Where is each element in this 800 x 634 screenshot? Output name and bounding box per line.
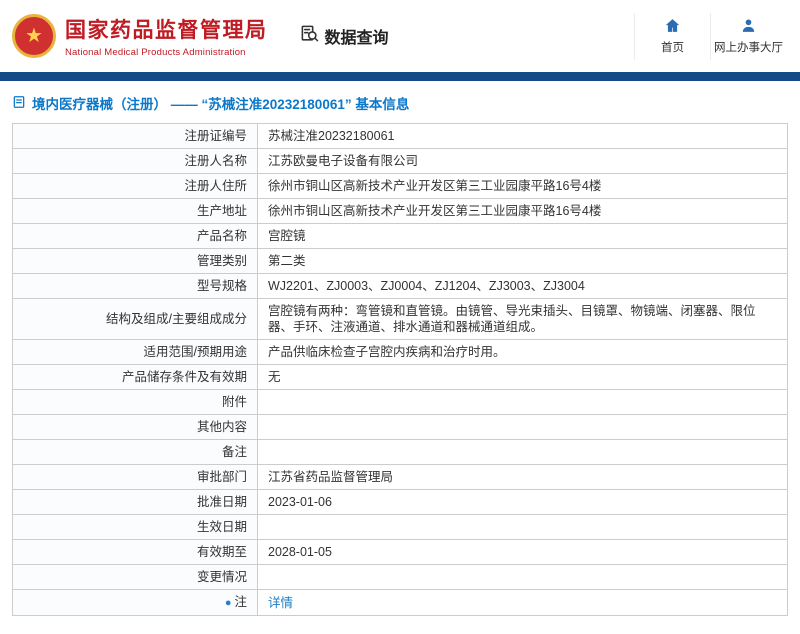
field-label: 产品名称 [13,224,258,249]
field-value: 无 [258,365,788,390]
field-label: 结构及组成/主要组成成分 [13,299,258,340]
field-value: 第二类 [258,249,788,274]
agency-title: 国家药品监督管理局 [65,14,268,44]
field-value: 苏械注准20232180061 [258,124,788,149]
document-icon [12,95,26,112]
top-nav: 首页 网上办事大厅 [634,13,786,60]
field-value: 详情 [258,590,788,616]
field-label: 型号规格 [13,274,258,299]
note-icon: ● [225,597,232,609]
field-label: 其他内容 [13,415,258,440]
table-row: 审批部门 江苏省药品监督管理局 [13,465,788,490]
field-label: 审批部门 [13,465,258,490]
table-row: 生效日期 [13,515,788,540]
table-row: 附件 [13,390,788,415]
field-label: 注册人名称 [13,149,258,174]
data-query-label: 数据查询 [325,24,389,48]
breadcrumb: 境内医疗器械（注册） —— “苏械注准20232180061” 基本信息 [0,81,800,123]
field-value: 2028-01-05 [258,540,788,565]
field-label: 生产地址 [13,199,258,224]
table-row: ●注 详情 [13,590,788,616]
note-label: 注 [234,595,247,609]
field-value [258,515,788,540]
person-icon [713,17,784,35]
field-label: 注册人住所 [13,174,258,199]
table-row: 产品储存条件及有效期 无 [13,365,788,390]
field-value [258,440,788,465]
agency-subtitle: National Medical Products Administration [65,47,268,58]
table-row: 生产地址 徐州市铜山区高新技术产业开发区第三工业园康平路16号4楼 [13,199,788,224]
field-label: 备注 [13,440,258,465]
table-row: 结构及组成/主要组成成分 宫腔镜有两种：弯管镜和直管镜。由镜管、导光束插头、目镜… [13,299,788,340]
field-value: WJ2201、ZJ0003、ZJ0004、ZJ1204、ZJ3003、ZJ300… [258,274,788,299]
table-row: 管理类别 第二类 [13,249,788,274]
field-label: 注册证编号 [13,124,258,149]
page-header: ★ 国家药品监督管理局 National Medical Products Ad… [0,0,800,72]
field-value: 2023-01-06 [258,490,788,515]
field-label: 附件 [13,390,258,415]
table-row: 注册人名称 江苏欧曼电子设备有限公司 [13,149,788,174]
field-value [258,415,788,440]
field-label: 生效日期 [13,515,258,540]
field-label: 管理类别 [13,249,258,274]
table-row: 其他内容 [13,415,788,440]
field-value: 徐州市铜山区高新技术产业开发区第三工业园康平路16号4楼 [258,199,788,224]
page-title: 境内医疗器械（注册） —— “苏械注准20232180061” 基本信息 [32,93,409,113]
national-emblem-icon: ★ [12,14,56,58]
table-row: 有效期至 2028-01-05 [13,540,788,565]
field-value: 江苏欧曼电子设备有限公司 [258,149,788,174]
table-row: 注册证编号 苏械注准20232180061 [13,124,788,149]
nav-home[interactable]: 首页 [634,13,710,60]
agency-brand: ★ 国家药品监督管理局 National Medical Products Ad… [12,14,268,58]
field-label: ●注 [13,590,258,616]
field-label: 批准日期 [13,490,258,515]
field-label: 有效期至 [13,540,258,565]
table-row: 型号规格 WJ2201、ZJ0003、ZJ0004、ZJ1204、ZJ3003、… [13,274,788,299]
nav-service-hall[interactable]: 网上办事大厅 [710,13,786,60]
field-value: 江苏省药品监督管理局 [258,465,788,490]
field-label: 产品储存条件及有效期 [13,365,258,390]
data-query-icon [300,24,319,48]
field-value: 徐州市铜山区高新技术产业开发区第三工业园康平路16号4楼 [258,174,788,199]
nav-service-hall-label: 网上办事大厅 [714,42,783,54]
field-value: 产品供临床检查子宫腔内疾病和治疗时用。 [258,340,788,365]
table-row: 变更情况 [13,565,788,590]
registration-detail-table: 注册证编号 苏械注准20232180061 注册人名称 江苏欧曼电子设备有限公司… [12,123,788,616]
table-row: 注册人住所 徐州市铜山区高新技术产业开发区第三工业园康平路16号4楼 [13,174,788,199]
data-query-section[interactable]: 数据查询 [300,24,389,48]
table-row: 备注 [13,440,788,465]
table-row: 产品名称 宫腔镜 [13,224,788,249]
field-label: 变更情况 [13,565,258,590]
field-value [258,390,788,415]
table-row: 批准日期 2023-01-06 [13,490,788,515]
nav-home-label: 首页 [661,42,684,54]
detail-link[interactable]: 详情 [268,596,293,610]
home-icon [637,17,708,35]
field-value: 宫腔镜 [258,224,788,249]
field-label: 适用范围/预期用途 [13,340,258,365]
field-value: 宫腔镜有两种：弯管镜和直管镜。由镜管、导光束插头、目镜罩、物镜端、闭塞器、限位器… [258,299,788,340]
header-divider-bar [0,72,800,81]
agency-names: 国家药品监督管理局 National Medical Products Admi… [65,14,268,58]
table-row: 适用范围/预期用途 产品供临床检查子宫腔内疾病和治疗时用。 [13,340,788,365]
field-value [258,565,788,590]
